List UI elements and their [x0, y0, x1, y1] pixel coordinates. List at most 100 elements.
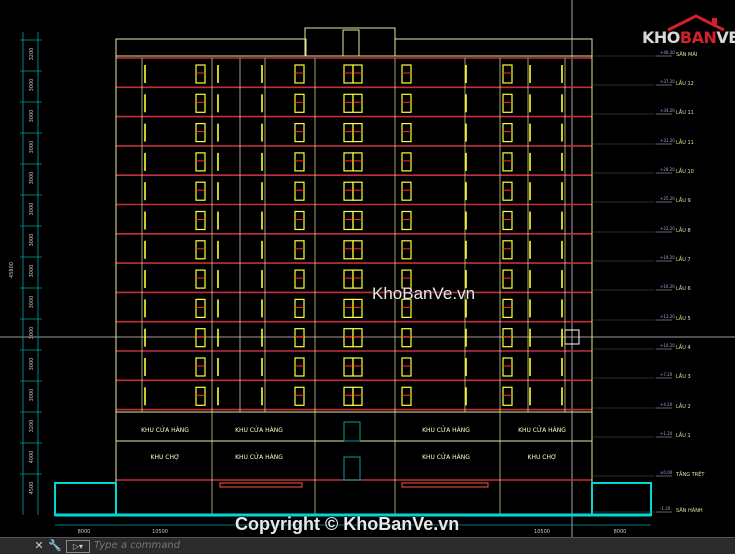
dim-left-10: 3000 [29, 358, 35, 371]
level-elev-15: -1.20 [660, 506, 671, 511]
dim-left-6: 3000 [29, 234, 35, 247]
window-4-0 [195, 181, 206, 201]
window-3-5 [502, 152, 513, 172]
dim-bottom-0: 8000 [78, 529, 91, 535]
level-elev-3: +31.20 [660, 138, 675, 143]
window-8-2 [343, 298, 354, 318]
window-10-5 [502, 357, 513, 377]
cad-drawing-canvas[interactable]: KHU CỬA HÀNG KHU CHỢ KHU CỬA HÀNG KHU CỬA H… [0, 0, 735, 537]
window-8-0 [195, 298, 206, 318]
window-7-0 [195, 269, 206, 289]
floor-label-14: TẦNG TRỆT [675, 470, 705, 478]
window-5-0 [195, 210, 206, 231]
dim-bottom-4: 8000 [614, 529, 627, 535]
floor-label-5: LẦU 9 [676, 196, 691, 204]
window-3-3 [352, 152, 363, 172]
shop-label-upper-0: KHU CỬA HÀNG [141, 426, 189, 434]
shop-label-upper-2: KHU CỬA HÀNG [422, 426, 470, 434]
window-7-1 [294, 269, 305, 289]
command-bar: ✕ 🔧 ▷▾ [0, 537, 735, 554]
logo-ve: VE [716, 28, 735, 47]
level-elev-9: +13.20 [660, 314, 675, 319]
command-prompt-icon[interactable]: ▷▾ [66, 540, 90, 553]
window-2-3 [352, 122, 363, 143]
window-10-3 [352, 357, 363, 377]
floor-label-9: LẦU 5 [676, 314, 691, 322]
window-5-4 [401, 210, 412, 231]
window-1-1 [294, 93, 305, 113]
window-9-2 [343, 328, 354, 348]
podium-entry-1 [343, 421, 361, 442]
shutter-right [401, 482, 489, 488]
window-2-4 [401, 122, 412, 143]
window-5-1 [294, 210, 305, 231]
dim-left-13: 4000 [29, 451, 35, 464]
logo-wordmark: KHOBANVE [642, 28, 735, 47]
window-1-4 [401, 93, 412, 113]
stair-tower [304, 27, 396, 57]
basement-left [54, 482, 117, 516]
shop-label-lower-0: KHU CHỢ [151, 454, 180, 461]
window-8-1 [294, 298, 305, 318]
window-3-4 [401, 152, 412, 172]
shutter-left [219, 482, 303, 488]
dim-left-8: 3000 [29, 296, 35, 309]
window-0-3 [352, 64, 363, 84]
dim-left-5: 3000 [29, 203, 35, 216]
window-7-3 [352, 269, 363, 289]
dim-bottom-3: 10500 [534, 529, 550, 535]
shop-label-upper-1: KHU CỬA HÀNG [235, 426, 283, 434]
window-4-5 [502, 181, 513, 201]
window-6-0 [195, 240, 206, 260]
logo-kho: KHO [642, 28, 680, 47]
window-11-1 [294, 386, 305, 406]
window-10-4 [401, 357, 412, 377]
window-1-0 [195, 93, 206, 113]
dim-left-3: 3000 [29, 141, 35, 154]
watermark-center: KhoBanVe.vn [372, 284, 476, 303]
window-4-2 [343, 181, 354, 201]
floor-label-2: LẦU 11 [676, 108, 694, 116]
window-6-4 [401, 240, 412, 260]
dim-left-0: 3200 [29, 48, 35, 61]
window-4-4 [401, 181, 412, 201]
window-7-2 [343, 269, 354, 289]
window-9-1 [294, 328, 305, 348]
window-0-0 [195, 64, 206, 84]
floor-label-13: LẦU 1 [676, 431, 691, 439]
basement-right [591, 482, 652, 516]
floor-label-11: LẦU 3 [676, 372, 691, 380]
window-1-2 [343, 93, 354, 113]
dim-left-11: 3000 [29, 389, 35, 402]
window-0-1 [294, 64, 305, 84]
floor-label-6: LẦU 8 [676, 226, 691, 234]
floor-label-12: LẦU 2 [676, 402, 691, 410]
customize-icon[interactable]: 🔧 [48, 539, 62, 553]
floor-label-1: LẦU 12 [676, 79, 694, 87]
window-1-3 [352, 93, 363, 113]
window-10-0 [195, 357, 206, 377]
window-6-2 [343, 240, 354, 260]
level-elev-13: +1.20 [660, 431, 673, 436]
window-5-3 [352, 210, 363, 231]
window-2-0 [195, 122, 206, 143]
floor-label-7: LẦU 7 [676, 255, 691, 263]
floor-label-15: SÂN HÀNH [676, 507, 703, 514]
window-6-5 [502, 240, 513, 260]
window-5-5 [502, 210, 513, 231]
close-icon[interactable]: ✕ [32, 539, 46, 553]
window-11-5 [502, 386, 513, 406]
window-1-5 [502, 93, 513, 113]
roof-parapet-left [115, 38, 307, 57]
window-4-3 [352, 181, 363, 201]
window-2-5 [502, 122, 513, 143]
dim-bottom-1: 10500 [152, 529, 168, 535]
command-input[interactable] [94, 539, 714, 552]
dim-left-1: 3000 [29, 79, 35, 92]
shop-label-lower-3: KHU CHỢ [528, 454, 557, 461]
dim-left-12: 3200 [29, 420, 35, 433]
floor-label-4: LẦU 10 [676, 167, 694, 175]
window-11-4 [401, 386, 412, 406]
window-11-0 [195, 386, 206, 406]
window-9-5 [502, 328, 513, 348]
